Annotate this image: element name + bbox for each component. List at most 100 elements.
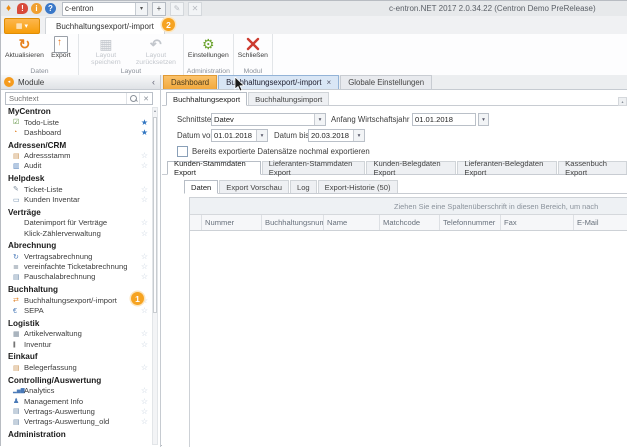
chevron-down-icon: ▾: [25, 22, 29, 30]
sidebar-item-vertrags-auswertung-old[interactable]: ▤ Vertrags-Auswertung_old ☆: [1, 417, 151, 427]
ribbon-tab-buchhaltungsexport[interactable]: Buchhaltungsexport/-import: [45, 17, 165, 35]
favorite-star-icon[interactable]: ☆: [141, 151, 148, 161]
scroll-up-icon[interactable]: ▴: [153, 108, 157, 114]
tab-export-vorschau[interactable]: Export Vorschau: [219, 180, 289, 193]
sidebar-item-artikelverwaltung[interactable]: ▦ Artikelverwaltung ☆: [1, 329, 151, 339]
favorite-star-icon[interactable]: ☆: [141, 306, 148, 316]
sidebar-item-management-info[interactable]: ♟ Management Info ☆: [1, 397, 151, 407]
favorite-star-icon[interactable]: ☆: [141, 185, 148, 195]
collapse-panel-icon[interactable]: ‹: [152, 77, 160, 87]
grid-group-panel[interactable]: Ziehen Sie eine Spaltenüberschrift in di…: [190, 198, 627, 215]
sidebar-item-vertrags-auswertung[interactable]: ▤ Vertrags-Auswertung ☆: [1, 407, 151, 417]
sidebar-item-sepa[interactable]: € SEPA ☆: [1, 306, 151, 316]
notification-balloon-icon[interactable]: !: [17, 3, 28, 14]
sidebar-item-ticket-liste[interactable]: ✎ Ticket-Liste ☆: [1, 185, 151, 195]
tab-lieferanten-belegdaten-export[interactable]: Lieferanten-Belegdaten Export: [457, 161, 557, 174]
chevron-down-icon[interactable]: ▾: [256, 130, 267, 141]
checkbox-unchecked[interactable]: [177, 146, 188, 157]
favorite-star-icon[interactable]: ☆: [141, 161, 148, 171]
sidebar-item-audit[interactable]: ▥ Audit ☆: [1, 161, 151, 171]
scrollbar-thumb[interactable]: [153, 117, 157, 313]
favorite-star-icon[interactable]: ☆: [141, 229, 148, 239]
tab-kunden-stammdaten-export[interactable]: Kunden-Stammdaten Export: [167, 161, 261, 175]
search-input[interactable]: [6, 94, 126, 103]
doc-tab-dashboard[interactable]: Dashboard: [163, 75, 217, 89]
export-again-checkbox-row[interactable]: Bereits exportierte Datensätze nochmal e…: [177, 146, 370, 157]
column-header-name[interactable]: Name: [324, 215, 380, 230]
column-header-nummer[interactable]: Nummer: [202, 215, 262, 230]
favorite-star-icon[interactable]: ☆: [141, 262, 148, 272]
application-menu-button[interactable]: ▦ ▾: [4, 18, 40, 34]
export-data-grid: Ziehen Sie eine Spaltenüberschrift in di…: [189, 197, 627, 447]
favorite-star-icon[interactable]: ☆: [141, 195, 148, 205]
tab-daten[interactable]: Daten: [184, 180, 218, 194]
chevron-down-icon[interactable]: ▾: [479, 114, 488, 125]
sidebar-item-inventur[interactable]: ||| Inventur ☆: [1, 340, 151, 350]
anfang-wirtschaftsjahr-dropdown[interactable]: ▾: [478, 113, 489, 126]
anfang-wirtschaftsjahr-field[interactable]: 01.01.2018: [412, 113, 476, 126]
column-header-buchhaltungsnummer[interactable]: Buchhaltungsnum...: [262, 215, 324, 230]
tab-kassenbuch-export[interactable]: Kassenbuch Export: [558, 161, 627, 174]
favorite-star-icon[interactable]: ☆: [141, 363, 148, 373]
sidebar-search-box[interactable]: ✕: [5, 92, 153, 105]
sidebar-item-pauschalabrechnung[interactable]: ▤ Pauschalabrechnung ☆: [1, 272, 151, 282]
export-button[interactable]: ↑ Export: [46, 35, 76, 60]
favorite-star-icon[interactable]: ☆: [141, 252, 148, 262]
workspace-input[interactable]: [63, 4, 135, 14]
workspace-combo[interactable]: ▾: [62, 2, 148, 16]
tab-log[interactable]: Log: [290, 180, 317, 193]
sidebar-item-todo-liste[interactable]: ☑ Todo-Liste ★: [1, 118, 151, 128]
sidebar-item-dashboard[interactable]: ◔ Dashboard ★: [1, 128, 151, 138]
favorite-star-icon[interactable]: ★: [141, 128, 148, 138]
chevron-down-icon[interactable]: ▾: [353, 130, 364, 141]
sidebar-item-adressstamm[interactable]: ▤ Adressstamm ☆: [1, 151, 151, 161]
favorite-star-icon[interactable]: ☆: [141, 417, 148, 427]
sidebar-item-buchhaltungsexport-import[interactable]: ⇄ Buchhaltungsexport/-import ☆: [1, 296, 151, 306]
favorite-star-icon[interactable]: ☆: [141, 397, 148, 407]
tab-export-historie[interactable]: Export-Historie (50): [318, 180, 398, 193]
doc-tab-globale-einstellungen[interactable]: Globale Einstellungen: [340, 75, 432, 89]
sidebar-item-belegerfassung[interactable]: ▤ Belegerfassung ☆: [1, 363, 151, 373]
favorite-star-icon[interactable]: ☆: [141, 340, 148, 350]
column-header-matchcode[interactable]: Matchcode: [380, 215, 440, 230]
sidebar-item-vereinfachte-ticketabrechnung[interactable]: ≣ vereinfachte Ticketabrechnung ☆: [1, 262, 151, 272]
schliessen-button[interactable]: Schließen: [236, 35, 270, 60]
favorite-star-icon[interactable]: ☆: [141, 386, 148, 396]
close-tab-icon[interactable]: ×: [327, 78, 332, 87]
sidebar-item-datenimport-vertraege[interactable]: Datenimport für Verträge ☆: [1, 218, 151, 228]
tab-lieferanten-stammdaten-export[interactable]: Lieferanten-Stammdaten Export: [262, 161, 366, 174]
report-icon: ▤: [13, 408, 24, 415]
tab-buchhaltungsexport[interactable]: Buchhaltungsexport: [166, 92, 247, 106]
sidebar-item-klick-zaehlerverwaltung[interactable]: Klick-Zählerverwaltung ☆: [1, 229, 151, 239]
favorite-star-icon[interactable]: ☆: [141, 272, 148, 282]
clear-search-icon[interactable]: ✕: [139, 93, 152, 104]
sidebar-scrollbar[interactable]: ▴: [152, 107, 158, 445]
module-panel-header[interactable]: ◂ Module ‹: [1, 75, 161, 90]
sidebar-item-kunden-inventar[interactable]: ▭ Kunden Inventar ☆: [1, 195, 151, 205]
todo-list-icon: ☑: [13, 119, 24, 126]
help-icon[interactable]: ?: [45, 3, 56, 14]
sidebar-item-analytics[interactable]: ▂▅▇ Analytics ☆: [1, 386, 151, 396]
favorite-star-icon[interactable]: ☆: [141, 329, 148, 339]
chevron-down-icon[interactable]: ▾: [135, 3, 147, 15]
datum-von-field[interactable]: 01.01.2018 ▾: [211, 129, 268, 142]
einstellungen-button[interactable]: ⚙ Einstellungen: [186, 35, 231, 60]
favorite-star-icon[interactable]: ☆: [141, 218, 148, 228]
add-workspace-button[interactable]: +: [152, 2, 166, 16]
schnittstelle-combo[interactable]: Datev ▾: [211, 113, 326, 126]
datum-bis-field[interactable]: 20.03.2018 ▾: [308, 129, 365, 142]
column-header-telefonnummer[interactable]: Telefonnummer: [440, 215, 501, 230]
tab-kunden-belegdaten-export[interactable]: Kunden-Belegdaten Export: [366, 161, 456, 174]
bar-chart-icon: ▂▅▇: [13, 389, 24, 394]
column-header-fax[interactable]: Fax: [501, 215, 574, 230]
content-scroll-up-button[interactable]: ▴: [618, 97, 627, 106]
column-header-email[interactable]: E-Mail: [574, 215, 627, 230]
aktualisieren-button[interactable]: ↻ Aktualisieren: [3, 35, 46, 60]
chevron-down-icon[interactable]: ▾: [314, 114, 325, 125]
tab-buchhaltungsimport[interactable]: Buchhaltungsimport: [248, 92, 329, 105]
info-icon[interactable]: i: [31, 3, 42, 14]
search-icon[interactable]: [126, 93, 139, 104]
sidebar-item-vertragsabrechnung[interactable]: ↻ Vertragsabrechnung ☆: [1, 252, 151, 262]
favorite-star-icon[interactable]: ☆: [141, 407, 148, 417]
favorite-star-icon[interactable]: ★: [141, 118, 148, 128]
